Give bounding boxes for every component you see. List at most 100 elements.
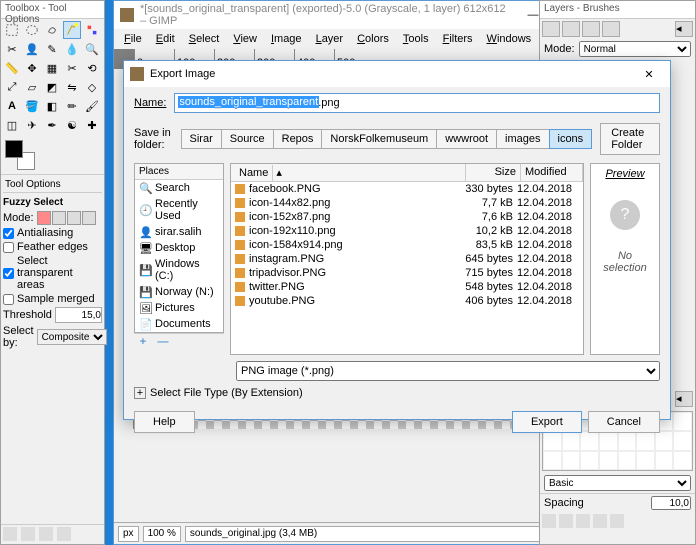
tool-align[interactable]: ▦ xyxy=(43,59,61,77)
tool-paintbrush[interactable]: 🖌 xyxy=(83,97,101,115)
menu-windows[interactable]: Windows xyxy=(481,31,538,47)
place-item[interactable]: 🕘Recently Used xyxy=(135,196,223,224)
mode-select[interactable]: Normal xyxy=(579,41,691,57)
place-item[interactable]: 🖼Pictures xyxy=(135,300,223,316)
tool-fuzzy-select[interactable] xyxy=(63,21,81,39)
tab-channels-icon[interactable] xyxy=(562,21,580,37)
file-row[interactable]: instagram.PNG645 bytes12.04.2018 xyxy=(231,252,583,266)
menu-view[interactable]: View xyxy=(227,31,263,47)
tool-color-select[interactable] xyxy=(83,21,101,39)
tool-color-picker[interactable]: 💧 xyxy=(63,40,81,58)
brush-edit-icon[interactable] xyxy=(542,514,556,528)
remove-place-button[interactable]: — xyxy=(156,336,170,350)
file-row[interactable]: facebook.PNG330 bytes12.04.2018 xyxy=(231,182,583,196)
antialiasing-check[interactable] xyxy=(3,228,14,239)
add-place-button[interactable]: + xyxy=(136,336,150,350)
menu-tools[interactable]: Tools xyxy=(397,31,435,47)
status-unit[interactable]: px xyxy=(118,526,139,542)
brush-preset-select[interactable]: Basic xyxy=(544,475,691,491)
place-item[interactable]: 🖥Desktop xyxy=(135,240,223,256)
col-name[interactable]: Name ▴ xyxy=(231,164,466,181)
fg-bg-colors[interactable] xyxy=(1,136,104,174)
tool-scale[interactable]: ⤢ xyxy=(3,78,21,96)
tool-scissors[interactable]: ✂ xyxy=(3,40,21,58)
menu-filters[interactable]: Filters xyxy=(437,31,479,47)
tool-measure[interactable]: 📏 xyxy=(3,59,21,77)
breadcrumb-item[interactable]: Repos xyxy=(273,129,323,149)
tool-eraser[interactable]: ◫ xyxy=(3,116,21,134)
place-item[interactable]: 💾Norway (N:) xyxy=(135,284,223,300)
footer-icon[interactable] xyxy=(21,527,35,541)
file-row[interactable]: icon-1584x914.png83,5 kB12.04.2018 xyxy=(231,238,583,252)
filetype-select[interactable]: PNG image (*.png) xyxy=(236,361,660,381)
place-item[interactable]: 📄Documents xyxy=(135,316,223,332)
breadcrumb-item[interactable]: wwwroot xyxy=(436,129,497,149)
tool-paths[interactable]: ✎ xyxy=(43,40,61,58)
file-row[interactable]: icon-152x87.png7,6 kB12.04.2018 xyxy=(231,210,583,224)
tool-zoom[interactable]: 🔍 xyxy=(83,40,101,58)
menu-select[interactable]: Select xyxy=(183,31,226,47)
brush-dup-icon[interactable] xyxy=(576,514,590,528)
file-row[interactable]: twitter.PNG548 bytes12.04.2018 xyxy=(231,280,583,294)
select-filetype-label[interactable]: Select File Type (By Extension) xyxy=(150,387,303,399)
threshold-input[interactable] xyxy=(55,307,102,323)
tool-pencil[interactable]: ✏ xyxy=(63,97,81,115)
tool-clone[interactable]: ☯ xyxy=(63,116,81,134)
spacing-input[interactable] xyxy=(651,496,691,510)
breadcrumb-item[interactable]: Source xyxy=(221,129,274,149)
feather-check[interactable] xyxy=(3,242,14,253)
tool-shear[interactable]: ▱ xyxy=(23,78,41,96)
tool-free-select[interactable] xyxy=(43,21,61,39)
file-row[interactable]: youtube.PNG406 bytes12.04.2018 xyxy=(231,294,583,308)
tool-ellipse-select[interactable] xyxy=(23,21,41,39)
breadcrumb-item[interactable]: icons xyxy=(549,129,593,149)
file-row[interactable]: icon-144x82.png7,7 kB12.04.2018 xyxy=(231,196,583,210)
col-size[interactable]: Size xyxy=(466,164,521,181)
transparent-check[interactable] xyxy=(3,268,14,279)
tab-menu-icon[interactable]: ◂ xyxy=(675,391,693,407)
tool-crop[interactable]: ✂ xyxy=(63,59,81,77)
footer-icon[interactable] xyxy=(3,527,17,541)
menu-file[interactable]: File xyxy=(118,31,148,47)
brush-new-icon[interactable] xyxy=(559,514,573,528)
tool-foreground-select[interactable]: 👤 xyxy=(23,40,41,58)
tool-rotate[interactable]: ⟲ xyxy=(83,59,101,77)
export-button[interactable]: Export xyxy=(512,411,582,433)
tool-perspective[interactable]: ◩ xyxy=(43,78,61,96)
status-zoom[interactable]: 100 % xyxy=(143,526,181,542)
tab-undo-icon[interactable] xyxy=(602,21,620,37)
menu-edit[interactable]: Edit xyxy=(150,31,181,47)
fg-color[interactable] xyxy=(5,140,23,158)
help-button[interactable]: Help xyxy=(134,411,195,433)
file-row[interactable]: tripadvisor.PNG715 bytes12.04.2018 xyxy=(231,266,583,280)
file-row[interactable]: icon-192x110.png10,2 kB12.04.2018 xyxy=(231,224,583,238)
menu-colors[interactable]: Colors xyxy=(351,31,395,47)
tool-flip[interactable]: ⇋ xyxy=(63,78,81,96)
brush-del-icon[interactable] xyxy=(593,514,607,528)
tool-move[interactable]: ✥ xyxy=(23,59,41,77)
tool-text[interactable]: A xyxy=(3,97,21,115)
place-item[interactable]: 👤sirar.salih xyxy=(135,224,223,240)
col-modified[interactable]: Modified xyxy=(521,164,583,181)
tool-blend[interactable]: ◧ xyxy=(43,97,61,115)
place-item[interactable]: 💾Windows (C:) xyxy=(135,256,223,284)
menu-layer[interactable]: Layer xyxy=(310,31,350,47)
tool-airbrush[interactable]: ✈ xyxy=(23,116,41,134)
footer-icon[interactable] xyxy=(57,527,71,541)
breadcrumb-item[interactable]: Sirar xyxy=(181,129,222,149)
tool-heal[interactable]: ✚ xyxy=(83,116,101,134)
tool-ink[interactable]: ✒ xyxy=(43,116,61,134)
create-folder-button[interactable]: Create Folder xyxy=(600,123,660,155)
tab-paths-icon[interactable] xyxy=(582,21,600,37)
tool-cage[interactable]: ◇ xyxy=(83,78,101,96)
tab-menu-icon[interactable]: ◂ xyxy=(675,21,693,37)
brush-refresh-icon[interactable] xyxy=(610,514,624,528)
cancel-button[interactable]: Cancel xyxy=(588,411,660,433)
selectby-select[interactable]: Composite xyxy=(37,329,107,345)
mode-icons[interactable] xyxy=(37,211,96,225)
tool-rect-select[interactable] xyxy=(3,21,21,39)
close-button[interactable]: ✕ xyxy=(634,64,664,84)
footer-icon[interactable] xyxy=(39,527,53,541)
tab-layers-icon[interactable] xyxy=(542,21,560,37)
place-item[interactable]: 🔍Search xyxy=(135,180,223,196)
